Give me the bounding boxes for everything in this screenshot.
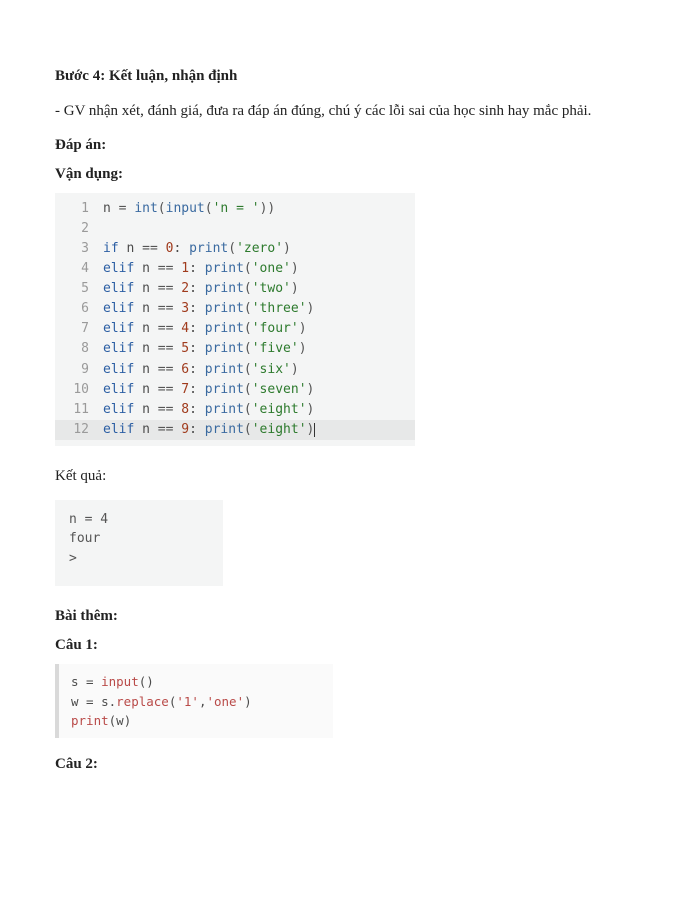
code-line: 10elif n == 7: print('seven') xyxy=(55,380,415,400)
code-line: 9elif n == 6: print('six') xyxy=(55,360,415,380)
code-line: 5elif n == 2: print('two') xyxy=(55,279,415,299)
extra-label: Bài thêm: xyxy=(55,608,645,625)
text-cursor xyxy=(314,423,315,437)
step-body: - GV nhận xét, đánh giá, đưa ra đáp án đ… xyxy=(55,99,645,125)
snippet-line: s = input() xyxy=(71,672,321,691)
code-content: elif n == 7: print('seven') xyxy=(103,380,314,400)
code-content: elif n == 5: print('five') xyxy=(103,339,307,359)
line-number: 12 xyxy=(55,420,103,440)
line-number: 2 xyxy=(55,219,103,239)
code-line: 11elif n == 8: print('eight') xyxy=(55,400,415,420)
line-number: 8 xyxy=(55,339,103,359)
line-number: 11 xyxy=(55,400,103,420)
code-content: n = int(input('n = ')) xyxy=(103,199,275,219)
snippet-line: w = s.replace('1','one') xyxy=(71,692,321,711)
code-line: 2 xyxy=(55,219,415,239)
code-block-main: 1n = int(input('n = '))23if n == 0: prin… xyxy=(55,193,415,447)
output-block: n = 4 four > xyxy=(55,500,223,587)
code-line: 4elif n == 1: print('one') xyxy=(55,259,415,279)
page: Bước 4: Kết luận, nhận định - GV nhận xé… xyxy=(0,0,700,906)
code-content: elif n == 2: print('two') xyxy=(103,279,299,299)
code-line: 6elif n == 3: print('three') xyxy=(55,299,415,319)
code-line: 1n = int(input('n = ')) xyxy=(55,199,415,219)
snippet-line: print(w) xyxy=(71,711,321,730)
answer-label: Đáp án: xyxy=(55,137,645,154)
line-number: 1 xyxy=(55,199,103,219)
apply-label: Vận dụng: xyxy=(55,166,645,183)
step-heading: Bước 4: Kết luận, nhận định xyxy=(55,68,645,85)
line-number: 6 xyxy=(55,299,103,319)
line-number: 9 xyxy=(55,360,103,380)
line-number: 4 xyxy=(55,259,103,279)
code-content: elif n == 4: print('four') xyxy=(103,319,307,339)
q1-label: Câu 1: xyxy=(55,637,645,654)
line-number: 10 xyxy=(55,380,103,400)
code-line: 3if n == 0: print('zero') xyxy=(55,239,415,259)
code-content: elif n == 3: print('three') xyxy=(103,299,314,319)
code-content: if n == 0: print('zero') xyxy=(103,239,291,259)
code-content: elif n == 1: print('one') xyxy=(103,259,299,279)
code-line: 7elif n == 4: print('four') xyxy=(55,319,415,339)
snippet-block-q1: s = input()w = s.replace('1','one')print… xyxy=(55,664,333,738)
code-content: elif n == 9: print('eight') xyxy=(103,420,315,440)
code-content: elif n == 6: print('six') xyxy=(103,360,299,380)
code-line: 12elif n == 9: print('eight') xyxy=(55,420,415,440)
code-content: elif n == 8: print('eight') xyxy=(103,400,314,420)
line-number: 3 xyxy=(55,239,103,259)
line-number: 5 xyxy=(55,279,103,299)
q2-label: Câu 2: xyxy=(55,756,645,773)
code-line: 8elif n == 5: print('five') xyxy=(55,339,415,359)
result-label: Kết quả: xyxy=(55,464,645,490)
line-number: 7 xyxy=(55,319,103,339)
